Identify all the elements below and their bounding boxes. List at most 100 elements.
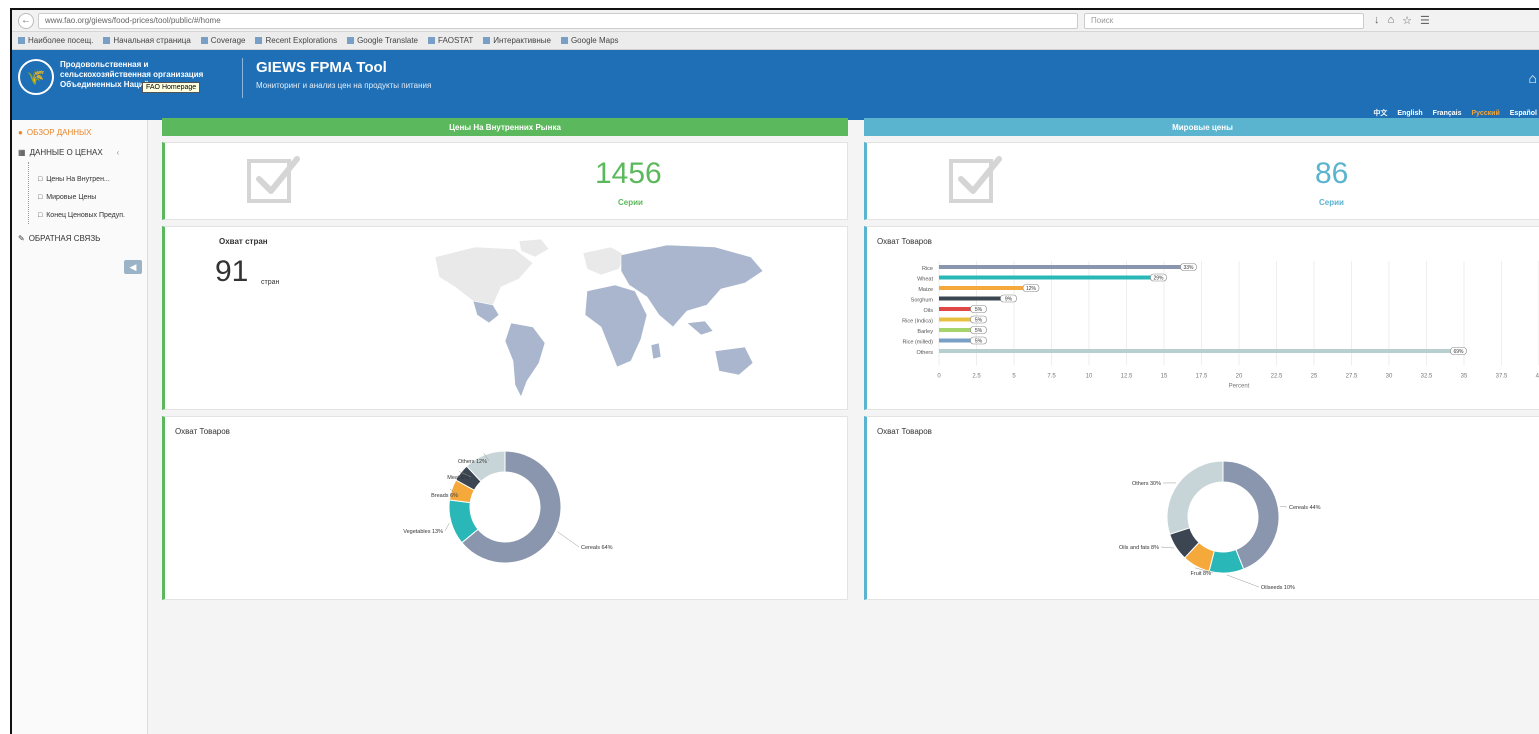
countries-count: 91 [215,255,249,288]
domestic-series-label: Серии [618,198,643,207]
leader-line [1279,505,1288,508]
commodity-bar-panel: Охват Товаров 0 2.5 5 7.5 10 12.5 15 17.5 20 22.5… [864,226,1539,410]
sidebar-item-world-prices[interactable]: □ Мировые Цены [38,194,96,201]
sidebar-collapse-button[interactable]: ◀ [124,260,142,274]
commodity-bar-chart[interactable]: 0 2.5 5 7.5 10 12.5 15 17.5 20 22.5 25 27.5 30 32.5 35… [867,247,1539,409]
donut-slice[interactable] [1166,460,1224,535]
browser-toolbar: ← www.fao.org/giews/food-prices/tool/pub… [12,10,1539,32]
sidebar-item-label: Мировые Цены [46,194,97,201]
bar-value-label: 12% [1026,286,1037,292]
x-tick-label: 22.5 [1271,374,1283,380]
fao-logo-icon[interactable]: 🌾 [18,59,54,95]
slice-label: Oilseeds 10% [1261,585,1295,591]
world-map[interactable] [415,235,775,405]
sidebar-item-price-data[interactable]: ▦ ДАННЫЕ О ЦЕНАХ ‹ [18,148,119,157]
bar[interactable] [939,265,1187,269]
document-icon: □ [38,194,43,201]
leader-line [1226,574,1260,588]
international-section-header: Мировые цены [864,118,1539,136]
category-label: Sorghum [911,298,934,304]
language-link[interactable]: 中文 [1373,108,1387,118]
star-icon[interactable]: ☆ [1402,14,1412,27]
sidebar-item-label: Цены На Внутрен... [46,176,110,183]
x-tick-label: 0 [937,374,941,380]
divider [242,58,243,98]
sidebar-item-feedback[interactable]: ✎ ОБРАТНАЯ СВЯЗЬ [18,234,100,243]
bookmark[interactable]: Начальная страница [103,36,190,45]
circle-icon: ● [18,128,23,137]
language-link[interactable]: Español [1510,110,1537,117]
bookmark[interactable]: Coverage [201,36,246,45]
x-tick-label: 7.5 [1047,374,1056,380]
language-link[interactable]: Français [1433,110,1462,117]
sidebar: ● ОБЗОР ДАННЫХ ▦ ДАННЫЕ О ЦЕНАХ ‹ □ Цены… [12,120,148,734]
international-series-panel: 86 Серии [864,142,1539,220]
bar-value-label: 5% [975,307,983,313]
slice-label: Others 30% [1132,481,1161,487]
countries-unit: стран [261,279,280,286]
bookmark[interactable]: Recent Explorations [255,36,337,45]
bookmark[interactable]: Наиболее посещ. [18,36,93,45]
domestic-series-count: 1456 [595,157,662,190]
international-series-count: 86 [1315,157,1349,190]
sidebar-item-overview[interactable]: ● ОБЗОР ДАННЫХ [18,128,91,137]
international-series-label: Серии [1319,198,1344,207]
browser-window: ← www.fao.org/giews/food-prices/tool/pub… [10,8,1539,734]
check-icon [949,156,1002,203]
browser-search-input[interactable]: Поиск [1084,12,1364,29]
x-tick-label: 32.5 [1421,374,1433,380]
home-browser-icon[interactable]: ⌂ [1388,14,1395,27]
category-label: Oils [924,308,934,314]
bar-value-label: 69% [1453,349,1464,355]
slice-label: Cereals 44% [1289,505,1321,511]
x-tick-label: 15 [1161,374,1168,380]
document-icon: □ [38,176,43,183]
bar[interactable] [939,349,1457,353]
international-donut-chart[interactable]: Cereals 44% Oilseeds 10% Fruit 8% Oils and … [867,417,1539,601]
bar[interactable] [939,296,1007,301]
bookmarks-bar: Наиболее посещ. Начальная страница Cover… [12,32,1539,50]
x-tick-label: 20 [1236,374,1243,380]
bar-chart-title: Охват Товаров [877,237,932,246]
category-label: Rice [922,266,933,272]
bookmark[interactable]: Google Maps [561,36,619,45]
grid-icon: ▦ [18,148,26,157]
home-icon[interactable]: ⌂ [1529,70,1537,86]
sidebar-item-domestic-prices[interactable]: □ Цены На Внутрен... [38,176,110,183]
back-icon[interactable]: ← [18,12,34,29]
international-commodity-panel: Охват Товаров Cereals 44% Oilseeds 10% Fru… [864,416,1539,600]
bookmark[interactable]: FAOSTAT [428,36,473,45]
menu-icon[interactable]: ☰ [1420,14,1430,27]
bar[interactable] [939,286,1029,290]
address-bar[interactable]: www.fao.org/giews/food-prices/tool/publi… [38,12,1078,29]
x-tick-label: 35 [1461,374,1468,380]
app-title: GIEWS FPMA Tool [256,59,387,76]
x-tick-label: 30 [1386,374,1393,380]
domestic-donut-chart[interactable]: Cereals 64% Vegetables 13% Breads 6% Meat 5… [165,417,851,601]
x-tick-label: 27.5 [1346,374,1358,380]
bar[interactable] [939,275,1157,280]
x-tick-label: 2.5 [972,374,981,380]
category-label: Barley [917,329,933,335]
slice-label: Oils and fats 8% [1119,545,1159,551]
category-label: Rice (milled) [902,340,933,346]
slice-label: Cereals 64% [581,545,613,551]
leader-line [444,523,450,532]
x-tick-label: 12.5 [1121,374,1133,380]
x-tick-label: 10 [1086,374,1093,380]
document-icon: □ [38,212,43,219]
bar-value-label: 29% [1153,276,1164,282]
x-tick-label: 5 [1012,374,1016,380]
download-icon[interactable]: ↓ [1374,14,1380,27]
category-label: Wheat [917,277,933,283]
language-link[interactable]: English [1397,110,1422,117]
slice-label: Meat 5% [447,475,469,481]
x-tick-label: 40 [1536,374,1539,380]
bar-value-label: 5% [975,318,983,324]
country-coverage-panel: Охват стран 91 стран [162,226,848,410]
sidebar-item-price-warnings[interactable]: □ Конец Ценовых Предуп. [38,212,125,219]
tree-line [28,162,29,224]
language-link[interactable]: Русский [1471,110,1499,117]
bookmark[interactable]: Интерактивные [483,36,551,45]
bookmark[interactable]: Google Translate [347,36,418,45]
